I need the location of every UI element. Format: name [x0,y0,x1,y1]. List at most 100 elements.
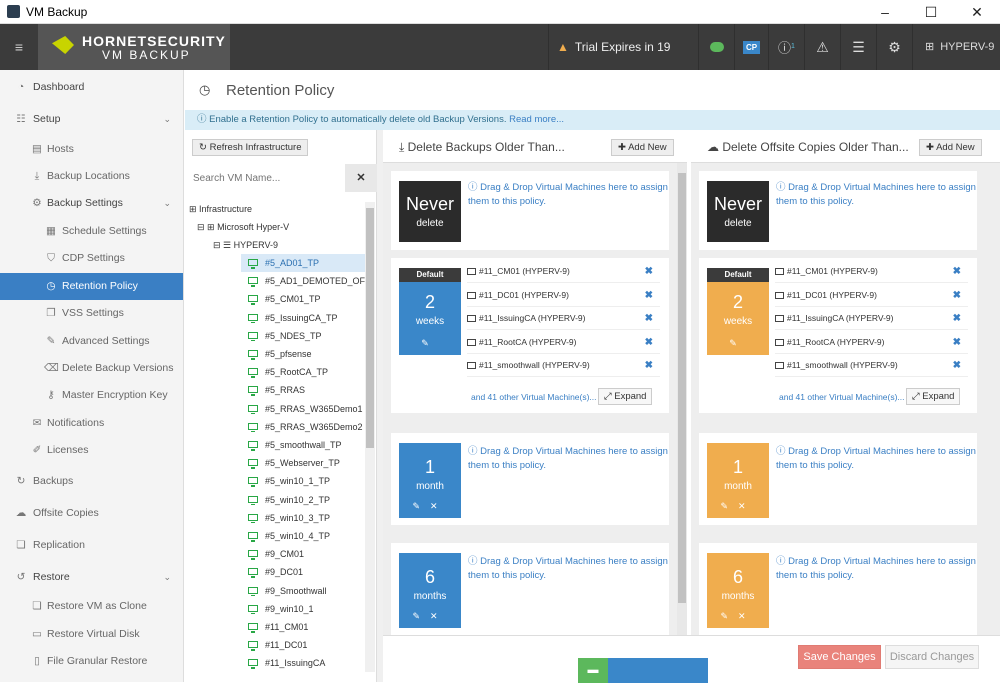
edit-delete-icons[interactable]: ✎✕ [399,611,461,622]
vm-tree-item[interactable]: #5_NDES_TP [241,327,365,345]
remove-vm-icon[interactable]: ✖ [645,331,653,354]
nav-backups[interactable]: ↻ Backups [0,468,183,495]
edit-delete-icons[interactable]: ✎✕ [707,501,769,512]
edit-delete-icons[interactable]: ✎✕ [399,501,461,512]
assigned-vm-row[interactable]: #11_CM01 (HYPERV-9) ✖ [467,260,660,283]
remove-vm-icon[interactable]: ✖ [953,260,961,283]
vm-tree-item[interactable]: #5_RRAS [241,381,365,399]
nav-schedule-settings[interactable]: ▦ Schedule Settings [0,218,183,245]
remove-vm-icon[interactable]: ✖ [953,284,961,307]
chat-icon[interactable] [698,24,734,70]
vm-tree-item[interactable]: #5_win10_3_TP [241,509,365,527]
refresh-infrastructure-button[interactable]: ↻ Refresh Infrastructure [192,139,309,156]
chat-icon[interactable]: ▬ [578,658,608,683]
vm-tree-item[interactable]: #9_DC01 [241,563,365,581]
vm-tree-item[interactable]: #11_CM01 [241,618,365,636]
nav-delete-backup-versions[interactable]: ⌫ Delete Backup Versions [0,355,183,382]
vm-tree-item[interactable]: #5_RRAS_W365Demo2 [241,418,365,436]
remove-vm-icon[interactable]: ✖ [953,331,961,354]
nav-restore-virtual-disk[interactable]: ▭ Restore Virtual Disk [0,621,183,648]
vm-tree-item[interactable]: #5_RootCA_TP [241,363,365,381]
nav-notifications[interactable]: ✉ Notifications [0,410,183,437]
vm-tree-item[interactable]: #9_win10_1 [241,600,365,618]
vm-tree-item[interactable]: #9_Smoothwall [241,582,365,600]
remove-vm-icon[interactable]: ✖ [953,307,961,330]
nav-setup[interactable]: ☷ Setup ⌄ [0,106,183,133]
vm-tree-item[interactable]: #5_pfsense [241,345,365,363]
cp-button[interactable]: CP [734,24,768,70]
vm-tree-item[interactable]: #11_IssuingCA [241,654,365,672]
assigned-vm-row[interactable]: #11_RootCA (HYPERV-9) ✖ [775,331,968,354]
nav-replication[interactable]: ❏ Replication [0,532,183,559]
vm-tree-item[interactable]: #5_IssuingCA_TP [241,309,365,327]
scroll-thumb[interactable] [678,173,686,603]
assigned-vm-row[interactable]: #11_DC01 (HYPERV-9) ✖ [775,284,968,307]
vm-tree-item[interactable]: #5_win10_4_TP [241,527,365,545]
vm-tree-item[interactable]: #5_AD01_TP [241,254,365,272]
vm-tree-item[interactable]: #5_Webserver_TP [241,454,365,472]
vm-tree-item[interactable]: #5_RRAS_W365Demo1 [241,400,365,418]
nav-backup-settings[interactable]: ⚙ Backup Settings ⌄ [0,190,183,217]
nav-restore[interactable]: ↺ Restore ⌄ [0,564,183,591]
nav-vss-settings[interactable]: ❐ VSS Settings [0,300,183,327]
nav-licenses[interactable]: ✐ Licenses [0,437,183,464]
nav-cdp-settings[interactable]: ⛉ CDP Settings [0,245,183,272]
add-backup-policy-button[interactable]: ✚ Add New [611,139,674,156]
assigned-vm-row[interactable]: #11_DC01 (HYPERV-9) ✖ [467,284,660,307]
nav-restore-vm-clone[interactable]: ❏ Restore VM as Clone [0,593,183,620]
vm-tree-item[interactable]: #5_win10_2_TP [241,491,365,509]
vm-tree-item[interactable]: #11_DC01 [241,636,365,654]
edit-delete-icons[interactable]: ✎✕ [707,611,769,622]
scroll-thumb[interactable] [366,208,374,448]
minimize-button[interactable]: – [862,0,908,24]
clear-search-icon[interactable]: ✕ [345,164,377,192]
alert-icon[interactable]: ⚠ [804,24,840,70]
vm-tree-item[interactable]: #5_CM01_TP [241,290,365,308]
expand-button[interactable]: ⤢ Expand [598,388,653,405]
remove-vm-icon[interactable]: ✖ [953,354,961,377]
nav-file-granular-restore[interactable]: ▯ File Granular Restore [0,648,183,675]
assigned-vm-row[interactable]: #11_smoothwall (HYPERV-9) ✖ [467,354,660,378]
remove-vm-icon[interactable]: ✖ [645,284,653,307]
assigned-vm-row[interactable]: #11_CM01 (HYPERV-9) ✖ [775,260,968,283]
expand-button[interactable]: ⤢ Expand [906,388,961,405]
nav-retention-policy[interactable]: ◷ Retention Policy [0,273,183,300]
add-offsite-policy-button[interactable]: ✚ Add New [919,139,982,156]
save-changes-button[interactable]: Save Changes [798,645,881,669]
menu-toggle-icon[interactable]: ≡ [0,24,38,70]
tree-root[interactable]: ⊞ Infrastructure [189,200,367,218]
settings-cogs-icon[interactable]: ⚙ [876,24,912,70]
info-button[interactable]: ⓘ1 [768,24,804,70]
host-selector[interactable]: ⊞ HYPERV-9 [912,24,1000,70]
nav-advanced-settings[interactable]: ✎ Advanced Settings [0,328,183,355]
trial-notice[interactable]: ▲Trial Expires in 19 day(s) [548,24,698,100]
remove-vm-icon[interactable]: ✖ [645,307,653,330]
close-window-button[interactable]: ✕ [954,0,1000,24]
backups-scrollbar[interactable] [677,163,687,635]
assigned-vm-row[interactable]: #11_RootCA (HYPERV-9) ✖ [467,331,660,354]
vm-search-input[interactable] [185,164,345,192]
assigned-vm-row[interactable]: #11_smoothwall (HYPERV-9) ✖ [775,354,968,378]
assigned-vm-row[interactable]: #11_IssuingCA (HYPERV-9) ✖ [775,307,968,331]
more-vms-link[interactable]: and 41 other Virtual Machine(s)... [779,392,905,402]
vm-tree-item[interactable]: #9_CM01 [241,545,365,563]
maximize-button[interactable]: ☐ [908,0,954,24]
vm-tree-item[interactable]: #5_AD1_DEMOTED_OFFLIN [241,272,365,290]
remove-vm-icon[interactable]: ✖ [645,354,653,377]
chat-launcher[interactable] [608,658,708,683]
nav-master-encryption-key[interactable]: ⚷ Master Encryption Key [0,382,183,409]
tree-scrollbar[interactable] [365,202,375,672]
discard-changes-button[interactable]: Discard Changes [885,645,979,669]
vm-tree-item[interactable]: #5_smoothwall_TP [241,436,365,454]
nav-hosts[interactable]: ▤ Hosts [0,136,183,163]
server-list-icon[interactable]: ☰ [840,24,876,70]
more-vms-link[interactable]: and 41 other Virtual Machine(s)... [471,392,597,402]
nav-dashboard[interactable]: ◔ Dashboard [0,74,183,101]
vm-tree-item[interactable]: #5_win10_1_TP [241,472,365,490]
edit-icon[interactable]: ✎ [707,338,769,349]
tree-provider[interactable]: ⊟ ⊞ Microsoft Hyper-V [197,218,375,236]
read-more-link[interactable]: Read more... [509,114,564,125]
edit-icon[interactable]: ✎ [399,338,461,349]
assigned-vm-row[interactable]: #11_IssuingCA (HYPERV-9) ✖ [467,307,660,331]
remove-vm-icon[interactable]: ✖ [645,260,653,283]
